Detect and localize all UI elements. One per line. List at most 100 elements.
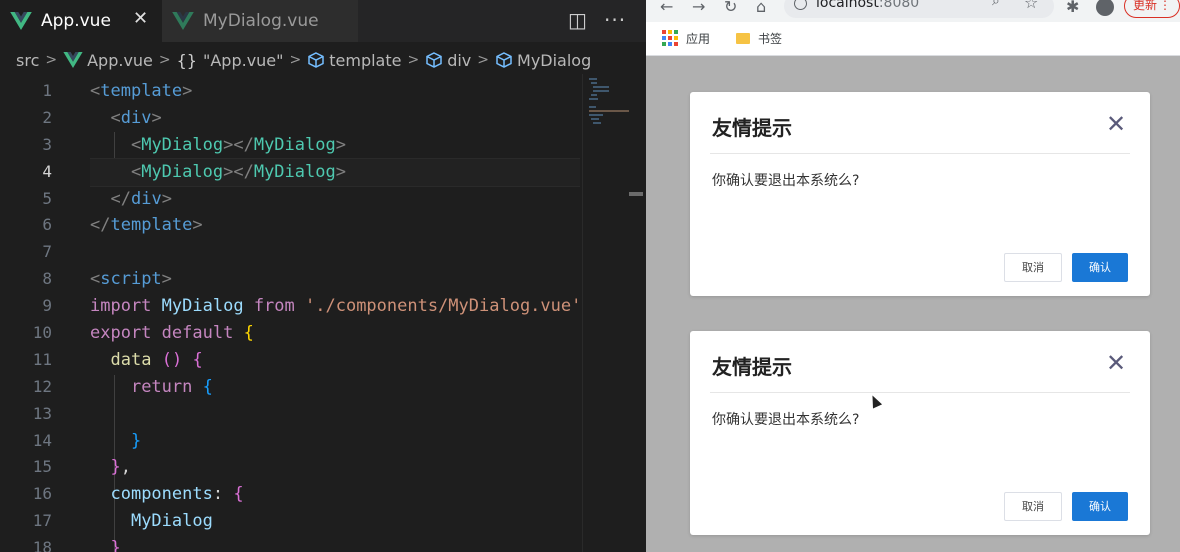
vue-icon [63,52,83,68]
divider [710,392,1130,393]
split-editor-icon[interactable]: ◫ [568,8,587,32]
confirm-button[interactable]: 确认 [1072,492,1128,521]
close-icon[interactable]: ✕ [1106,110,1126,138]
bookmarks-bar: 应用 书签 [646,24,1180,52]
vue-icon [10,12,32,30]
code-text-area[interactable]: <template> <div> <MyDialog></MyDialog> <… [90,78,580,552]
close-icon[interactable]: ✕ [1106,349,1126,377]
code-line[interactable]: export default { [90,320,580,347]
breadcrumb-item-div[interactable]: div [447,51,471,70]
line-number: 10 [32,323,52,343]
code-line[interactable]: </div> [90,186,580,213]
profile-icon[interactable] [1096,0,1114,16]
code-editor[interactable]: App.vue ✕ MyDialog.vue ◫ ··· src > App.v… [0,0,646,552]
chevron-right-icon: > [477,52,490,68]
line-number: 8 [42,269,52,289]
code-line[interactable] [90,401,580,428]
forward-icon[interactable]: → [692,0,705,16]
line-number-gutter: 1 2 3 4 5 6 7 8 9 10 11 12 13 14 15 16 17 18 [0,78,60,552]
divider [710,153,1130,154]
line-number: 9 [42,296,52,316]
line-number: 5 [42,188,52,208]
chevron-right-icon: > [45,52,58,68]
code-line[interactable]: <MyDialog></MyDialog> [90,132,580,159]
address-bar[interactable]: localhost:8080 ⌕ ☆ [784,0,1054,18]
line-number: 16 [32,484,52,504]
browser-window: ← → ↻ ⌂ localhost:8080 ⌕ ☆ ✱ 更新 ⋮ 应用 书签 … [646,0,1180,552]
folder-icon [736,32,751,44]
bookmark-apps[interactable]: 应用 [662,30,710,47]
code-line[interactable]: <script> [90,266,580,293]
code-line[interactable] [90,239,580,266]
breadcrumb-item-template[interactable]: template [329,51,401,70]
code-line[interactable]: data () { [90,347,580,374]
dialog-message: 你确认要退出本系统么? [712,173,860,189]
back-icon[interactable]: ← [660,0,673,16]
cancel-button[interactable]: 取消 [1004,492,1062,521]
line-number: 14 [32,430,52,450]
confirm-button[interactable]: 确认 [1072,253,1128,282]
apps-grid-icon [662,30,678,46]
tab-label: App.vue [41,11,111,31]
minimap-slider[interactable] [629,192,643,196]
cancel-button[interactable]: 取消 [1004,253,1062,282]
breadcrumb-item-module[interactable]: "App.vue" [203,51,284,70]
cube-icon [496,52,512,68]
cube-icon [426,52,442,68]
extensions-icon[interactable]: ✱ [1066,0,1079,16]
breadcrumb: src > App.vue > {} "App.vue" > template … [0,46,646,74]
line-number: 1 [42,81,52,100]
bookmark-label: 书签 [758,31,783,46]
star-icon[interactable]: ☆ [1024,0,1038,12]
line-number: 15 [32,457,52,477]
braces-icon: {} [176,50,197,70]
more-actions-icon[interactable]: ··· [604,8,626,32]
update-button[interactable]: 更新 ⋮ [1124,0,1180,18]
code-line[interactable]: <template> [90,78,580,105]
code-line[interactable]: MyDialog [90,508,580,535]
reload-icon[interactable]: ↻ [724,0,737,16]
cube-icon [308,52,324,68]
code-line[interactable]: components: { [90,481,580,508]
site-info-icon[interactable] [794,0,807,10]
code-line[interactable]: } [90,428,580,455]
bookmark-label: 应用 [686,31,711,46]
breadcrumb-item-src[interactable]: src [16,51,39,70]
dialog-message: 你确认要退出本系统么? [712,412,860,428]
home-icon[interactable]: ⌂ [756,0,766,16]
line-number: 17 [32,511,52,531]
breadcrumb-item-app-vue[interactable]: App.vue [87,51,153,70]
tab-mydialog-vue[interactable]: MyDialog.vue [162,0,358,42]
line-number: 12 [32,376,52,396]
dialog-title: 友情提示 [712,355,792,379]
code-line[interactable]: import MyDialog from './components/MyDia… [90,293,580,320]
divider [646,55,1180,56]
line-number: 6 [42,215,52,235]
confirm-dialog: 友情提示 ✕ 你确认要退出本系统么? 取消 确认 [690,92,1150,296]
line-number: 2 [42,107,52,127]
browser-toolbar: ← → ↻ ⌂ localhost:8080 ⌕ ☆ ✱ 更新 ⋮ [646,0,1180,22]
line-number: 4 [42,161,52,181]
chevron-right-icon: > [158,52,171,68]
line-number: 11 [32,349,52,369]
breadcrumb-item-mydialog[interactable]: MyDialog [517,51,591,70]
code-line[interactable]: return { [90,374,580,401]
browser-chrome: ← → ↻ ⌂ localhost:8080 ⌕ ☆ ✱ 更新 ⋮ 应用 书签 [646,0,1180,56]
line-number: 13 [32,403,52,423]
chevron-right-icon: > [407,52,420,68]
code-line[interactable]: } [90,535,580,552]
bookmark-folder[interactable]: 书签 [736,30,782,47]
line-number: 3 [42,134,52,154]
search-icon[interactable]: ⌕ [992,0,1000,9]
dialog-title: 友情提示 [712,116,792,140]
code-line[interactable]: <div> [90,105,580,132]
minimap[interactable] [582,74,646,552]
line-number: 7 [42,242,52,262]
vue-icon [172,12,194,30]
code-line[interactable]: <MyDialog></MyDialog> [90,157,580,187]
tab-app-vue[interactable]: App.vue ✕ [0,0,162,42]
code-line[interactable]: </template> [90,212,580,239]
tab-label: MyDialog.vue [203,11,319,31]
code-line[interactable]: }, [90,454,580,481]
close-icon[interactable]: ✕ [133,8,148,29]
